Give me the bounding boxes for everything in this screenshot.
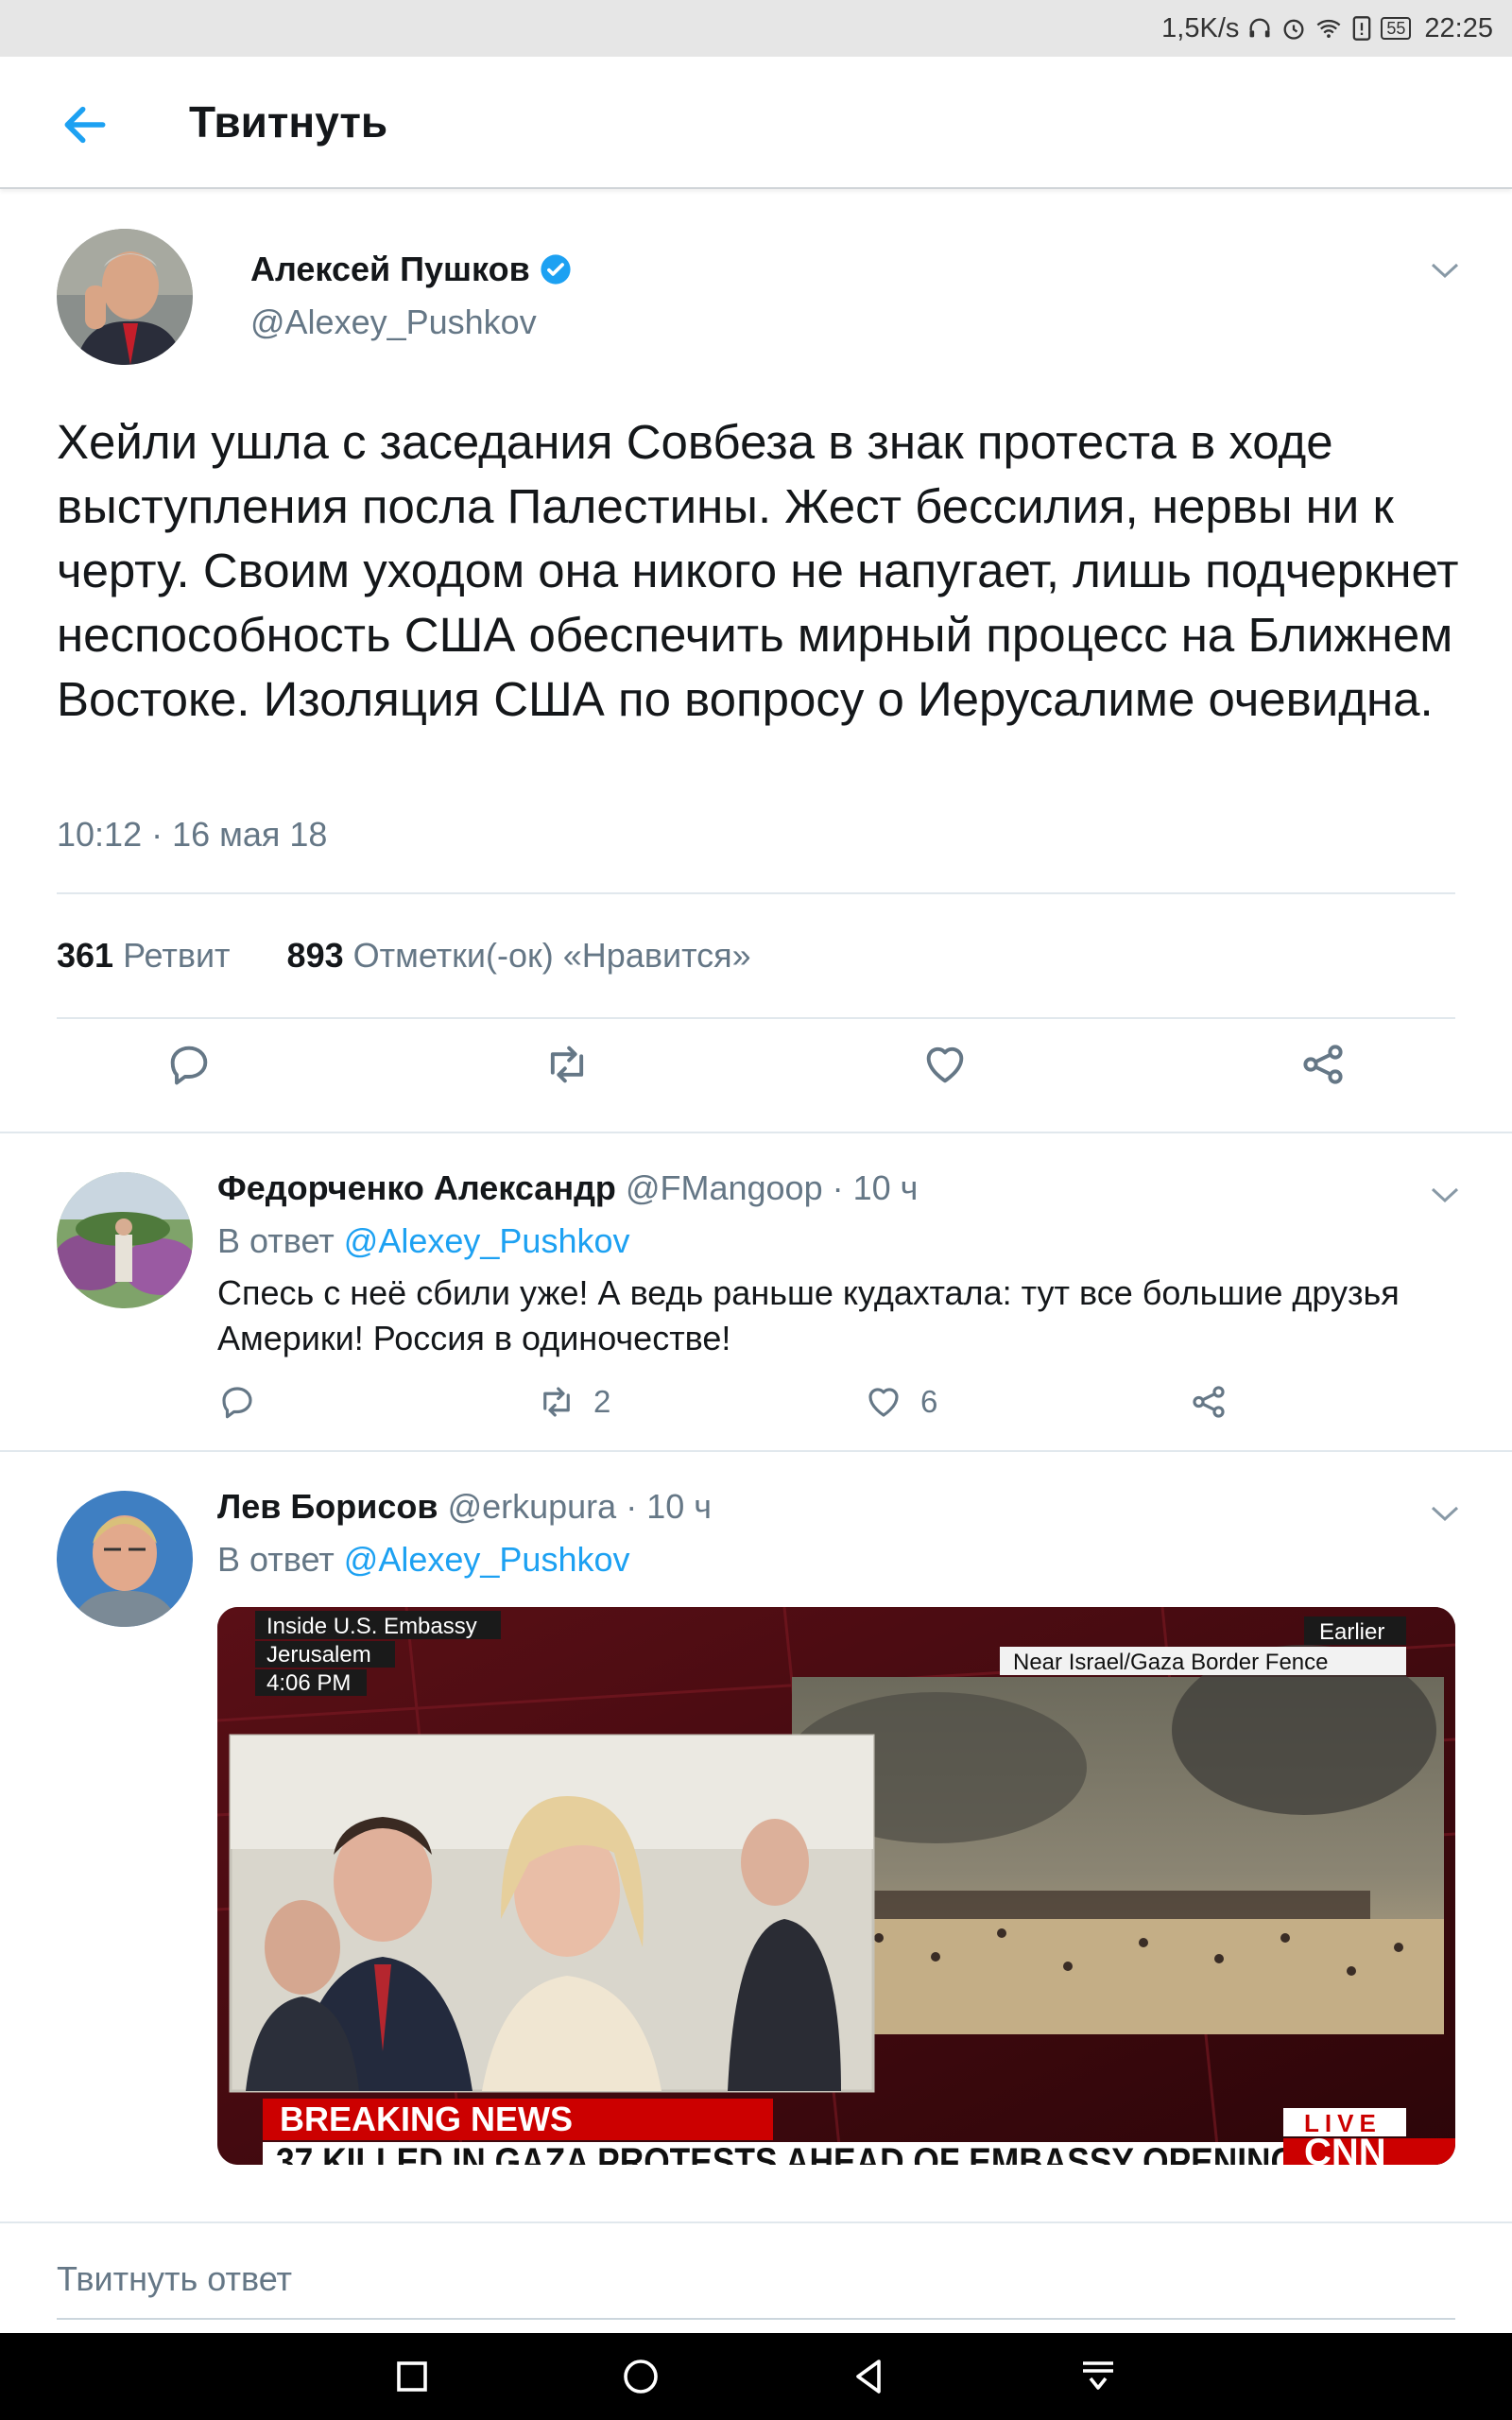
network-speed: 1,5K/s xyxy=(1161,12,1240,43)
retweet-icon[interactable] xyxy=(542,1040,592,1089)
avatar[interactable] xyxy=(57,1491,193,1627)
reply-header: Федорченко Александр @FMangoop · 10 ч xyxy=(217,1168,918,1208)
media-label-left-3: 4:06 PM xyxy=(266,1670,351,1696)
recent-apps-icon[interactable] xyxy=(389,2354,435,2399)
tweet-stats: 361 Ретвит 893 Отметки(-ок) «Нравится» xyxy=(57,936,751,976)
reply-context: В ответ @Alexey_Pushkov xyxy=(217,1540,630,1580)
avatar[interactable] xyxy=(57,229,193,365)
reply-author-name[interactable]: Лев Борисов xyxy=(217,1487,438,1526)
reply-text: Спесь с неё сбили уже! А ведь раньше куд… xyxy=(217,1273,1400,1357)
reply-header: Лев Борисов @erkupura · 10 ч xyxy=(217,1487,712,1527)
reply-input-placeholder[interactable]: Твитнуть ответ xyxy=(57,2259,292,2299)
compose-reply-bar[interactable]: Твитнуть ответ xyxy=(0,2221,1512,2333)
sim-alert-icon xyxy=(1350,15,1373,42)
clock: 22:25 xyxy=(1424,12,1493,43)
verified-badge-icon xyxy=(541,254,571,285)
wifi-icon xyxy=(1314,15,1343,42)
app-bar: Твитнуть xyxy=(0,57,1512,189)
retweet-label: Ретвит xyxy=(123,936,231,975)
status-bar: 1,5K/s 55 22:25 xyxy=(0,0,1512,57)
reply-prefix: В ответ xyxy=(217,1540,335,1579)
share-button[interactable] xyxy=(1189,1382,1228,1422)
share-icon[interactable] xyxy=(1298,1040,1348,1089)
author-handle[interactable]: @Alexey_Pushkov xyxy=(250,302,537,342)
like-count: 6 xyxy=(920,1384,938,1419)
reply-time: · 10 ч xyxy=(832,1168,919,1207)
media-label-right-2: Near Israel/Gaza Border Fence xyxy=(1013,1650,1328,1675)
like-stat[interactable]: 893 Отметки(-ок) «Нравится» xyxy=(287,936,751,976)
chevron-down-icon[interactable] xyxy=(1429,261,1461,280)
author-name[interactable]: Алексей Пушков xyxy=(250,250,572,289)
reply-prefix: В ответ xyxy=(217,1221,335,1260)
divider xyxy=(57,892,1455,894)
headphones-icon xyxy=(1246,15,1273,42)
retweet-count: 361 xyxy=(57,936,114,975)
share-icon xyxy=(1193,1386,1225,1418)
retweet-count: 2 xyxy=(593,1384,611,1419)
page-title: Твитнуть xyxy=(189,97,388,147)
alarm-icon xyxy=(1280,15,1307,42)
retweet-icon xyxy=(543,1387,570,1417)
reply-icon[interactable] xyxy=(164,1040,214,1089)
reply-button[interactable] xyxy=(217,1382,257,1422)
reply-time: · 10 ч xyxy=(626,1487,713,1526)
reply-author-handle[interactable]: @erkupura xyxy=(448,1487,617,1526)
reply-actions: 2 6 xyxy=(0,1382,1512,1429)
media-label-left-1: Inside U.S. Embassy xyxy=(266,1614,477,1639)
reply-tweet[interactable]: Лев Борисов @erkupura · 10 ч В ответ @Al… xyxy=(0,1453,1512,2221)
media-label-left-2: Jerusalem xyxy=(266,1642,371,1668)
media-image[interactable]: Inside U.S. Embassy Jerusalem 4:06 PM Ea… xyxy=(217,1607,1455,2165)
reply-author-name[interactable]: Федорченко Александр xyxy=(217,1168,616,1207)
battery-icon: 55 xyxy=(1381,17,1412,40)
like-label: Отметки(-ок) «Нравится» xyxy=(352,936,751,975)
chevron-down-icon[interactable] xyxy=(1429,1185,1461,1204)
reply-author-handle[interactable]: @FMangoop xyxy=(626,1168,823,1207)
home-icon[interactable] xyxy=(618,2354,663,2399)
reply-icon xyxy=(222,1387,252,1419)
tweet-actions xyxy=(0,1030,1512,1098)
reply-tweet[interactable]: Федорченко Александр @FMangoop · 10 ч В … xyxy=(0,1134,1512,1450)
media-network-logo: CNN xyxy=(1304,2132,1386,2165)
input-underline xyxy=(57,2318,1455,2320)
avatar[interactable] xyxy=(57,1172,193,1308)
system-nav-bar xyxy=(0,2333,1512,2420)
chevron-down-icon[interactable] xyxy=(1429,1504,1461,1523)
media-headline: 37 KILLED IN GAZA PROTESTS AHEAD OF EMBA… xyxy=(276,2141,1297,2165)
divider xyxy=(57,1017,1455,1019)
back-nav-icon[interactable] xyxy=(847,2354,892,2399)
notification-shade-icon[interactable] xyxy=(1075,2354,1121,2399)
like-count: 893 xyxy=(286,936,344,975)
reply-to-link[interactable]: @Alexey_Pushkov xyxy=(344,1221,630,1260)
media-label-right-1: Earlier xyxy=(1319,1619,1384,1645)
like-heart-icon xyxy=(868,1388,899,1417)
back-arrow-icon[interactable] xyxy=(59,98,112,151)
retweet-button[interactable]: 2 xyxy=(537,1382,610,1422)
tweet-separator xyxy=(0,1450,1512,1452)
tweet-separator xyxy=(0,1132,1512,1133)
author-name-text: Алексей Пушков xyxy=(250,250,530,288)
like-button[interactable]: 6 xyxy=(864,1382,937,1422)
like-heart-icon[interactable] xyxy=(920,1040,970,1089)
tweet-timestamp: 10:12 · 16 мая 18 xyxy=(57,815,328,854)
retweet-stat[interactable]: 361 Ретвит xyxy=(57,936,231,976)
media-breaking-news: BREAKING NEWS xyxy=(280,2100,573,2138)
tweet-text: Хейли ушла с заседания Совбеза в знак пр… xyxy=(57,415,1459,726)
reply-context: В ответ @Alexey_Pushkov xyxy=(217,1221,630,1261)
reply-to-link[interactable]: @Alexey_Pushkov xyxy=(344,1540,630,1579)
